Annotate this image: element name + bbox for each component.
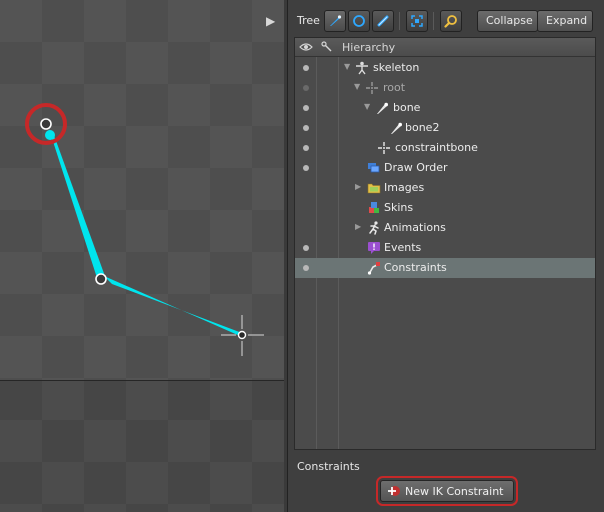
bone-tool-icon[interactable]	[324, 10, 346, 32]
tree-row-label: root	[383, 81, 406, 94]
circle-icon[interactable]	[348, 10, 370, 32]
hierarchy-tree[interactable]: Hierarchy ▼ skeleton ▼ root ▼ bone bone2…	[294, 37, 596, 450]
tree-row-images[interactable]: ▶ Images	[295, 178, 595, 198]
tree-row-label: Events	[384, 241, 422, 254]
bone-link-icon[interactable]	[321, 41, 333, 53]
link-icon[interactable]	[372, 10, 394, 32]
new-ik-constraint-button[interactable]: New IK Constraint	[380, 480, 514, 502]
tree-row-label: Images	[384, 181, 425, 194]
skeleton-overlay	[25, 103, 264, 356]
tree-row-constraints[interactable]: Constraints	[295, 258, 595, 278]
tree-row-label: bone2	[405, 121, 440, 134]
crosshair-icon	[366, 82, 378, 94]
viewport-canvas[interactable]	[0, 0, 284, 512]
tree-row-animations[interactable]: ▶ Animations	[295, 218, 595, 238]
expand-arrow-icon[interactable]: ▶	[266, 14, 275, 28]
tree-row-label: bone	[393, 101, 421, 114]
tree-row-skeleton[interactable]: ▼ skeleton	[295, 58, 595, 78]
draw-order-icon	[368, 163, 380, 173]
toolbar-separator	[399, 12, 400, 30]
joint-2	[95, 273, 107, 285]
bone-2	[104, 276, 242, 336]
visibility-dot[interactable]	[303, 145, 309, 151]
tree-row-constraintbone[interactable]: constraintbone	[295, 138, 595, 158]
visibility-dot[interactable]	[303, 245, 309, 251]
ik-target-crosshair	[221, 315, 264, 356]
skins-icon	[369, 202, 379, 213]
bone-icon	[391, 122, 402, 134]
bone-head-dot	[45, 130, 55, 140]
visibility-dot[interactable]	[303, 265, 309, 271]
add-constraint-icon	[388, 486, 400, 496]
visibility-dot[interactable]	[303, 125, 309, 131]
section-title: Constraints	[297, 460, 360, 473]
tree-row-label: Draw Order	[384, 161, 448, 174]
expander-right-icon[interactable]: ▶	[355, 183, 363, 191]
skeleton-icon	[356, 61, 368, 75]
tree-panel: ▶ Tree Collapse Expand Hierarchy ▼ skele…	[266, 0, 604, 512]
visibility-dot[interactable]	[303, 165, 309, 171]
event-icon	[368, 242, 380, 254]
visibility-dot[interactable]	[303, 85, 309, 91]
search-icon[interactable]	[440, 10, 462, 32]
animation-icon	[369, 221, 379, 235]
visibility-dot[interactable]	[303, 65, 309, 71]
expander-down-icon[interactable]: ▼	[344, 63, 352, 71]
tree-header: Hierarchy	[295, 38, 595, 57]
root-joint	[40, 118, 52, 130]
bone-1	[49, 129, 106, 281]
new-ik-constraint-label: New IK Constraint	[405, 484, 504, 498]
tree-label: Tree	[297, 14, 320, 27]
tree-row-bone2[interactable]: bone2	[295, 118, 595, 138]
folder-icon	[367, 183, 381, 194]
tree-row-draw-order[interactable]: Draw Order	[295, 158, 595, 178]
tree-row-label: Skins	[384, 201, 414, 214]
tree-row-label: Animations	[384, 221, 446, 234]
tree-row-label: constraintbone	[395, 141, 478, 154]
tree-row-label: skeleton	[373, 61, 420, 74]
tree-row-events[interactable]: Events	[295, 238, 595, 258]
tree-row-skins[interactable]: Skins	[295, 198, 595, 218]
eye-icon[interactable]	[299, 41, 313, 53]
hierarchy-header: Hierarchy	[342, 41, 396, 54]
collapse-button[interactable]: Collapse	[477, 10, 538, 32]
bone-icon	[377, 102, 388, 114]
constraint-icon	[367, 262, 380, 275]
tree-row-label: Constraints	[384, 261, 447, 274]
expander-right-icon[interactable]: ▶	[355, 223, 363, 231]
expander-down-icon[interactable]: ▼	[354, 83, 362, 91]
tree-row-root[interactable]: ▼ root	[295, 78, 595, 98]
expander-down-icon[interactable]: ▼	[364, 103, 372, 111]
crosshair-icon	[378, 142, 390, 154]
expand-button[interactable]: Expand	[537, 10, 593, 32]
frame-icon[interactable]	[406, 10, 428, 32]
toolbar-separator	[433, 12, 434, 30]
tree-row-bone[interactable]: ▼ bone	[295, 98, 595, 118]
visibility-dot[interactable]	[303, 105, 309, 111]
